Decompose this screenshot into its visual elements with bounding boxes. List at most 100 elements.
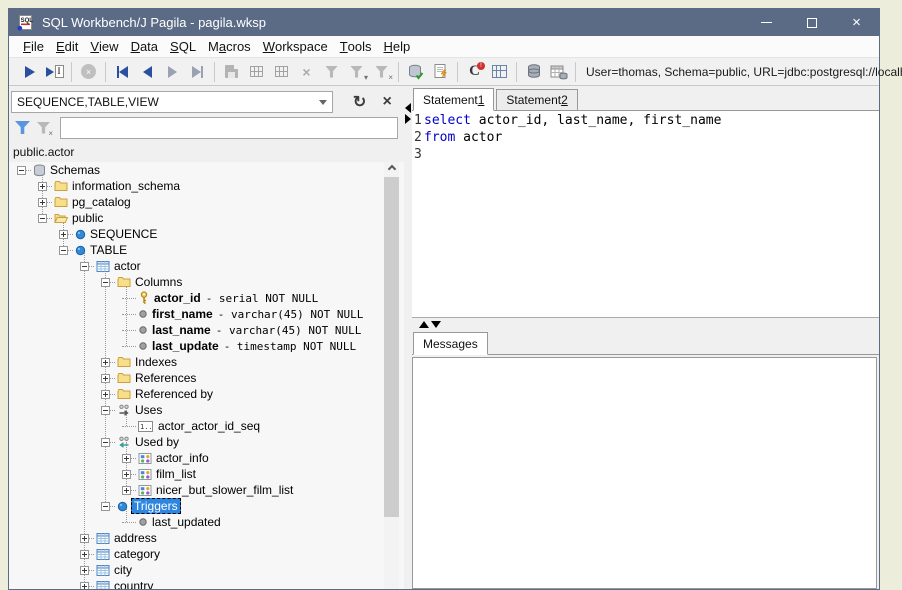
- save-button[interactable]: [219, 61, 244, 83]
- scrollbar-thumb[interactable]: [384, 177, 399, 517]
- expand-icon[interactable]: [80, 566, 89, 575]
- clear-filter-button[interactable]: ×: [33, 117, 54, 139]
- menu-edit[interactable]: Edit: [50, 36, 84, 57]
- collapse-down-icon[interactable]: [431, 321, 441, 328]
- tree-node-category[interactable]: category: [9, 546, 404, 562]
- messages-content[interactable]: [412, 357, 877, 589]
- menu-help[interactable]: Help: [378, 36, 417, 57]
- tree-node-country[interactable]: country: [9, 578, 404, 589]
- tree-node-actor-id[interactable]: actor_id- serial NOT NULL: [9, 290, 404, 306]
- reset-filter-button[interactable]: ×: [369, 61, 394, 83]
- tree-node-film-list[interactable]: film_list: [9, 466, 404, 482]
- close-button[interactable]: ×: [834, 9, 879, 36]
- tree-node-references[interactable]: References: [9, 370, 404, 386]
- collapse-left-icon[interactable]: [405, 103, 411, 113]
- expand-icon[interactable]: [59, 230, 68, 239]
- menu-workspace[interactable]: Workspace: [257, 36, 334, 57]
- menu-tools[interactable]: Tools: [334, 36, 378, 57]
- tree-node-address[interactable]: address: [9, 530, 404, 546]
- apply-filter-button[interactable]: [12, 117, 33, 139]
- expand-icon[interactable]: [122, 486, 131, 495]
- collapse-up-icon[interactable]: [419, 321, 429, 328]
- collapse-icon[interactable]: [17, 166, 26, 175]
- tree-node-columns[interactable]: Columns: [9, 274, 404, 290]
- expand-icon[interactable]: [80, 582, 89, 590]
- tree-node-last-update[interactable]: last_update- timestamp NOT NULL: [9, 338, 404, 354]
- delete-row-button[interactable]: ×: [294, 61, 319, 83]
- object-filter-input[interactable]: [60, 117, 398, 139]
- expand-icon[interactable]: [38, 198, 47, 207]
- tree-node-uses[interactable]: Uses: [9, 402, 404, 418]
- tree-node-first-name[interactable]: first_name- varchar(45) NOT NULL: [9, 306, 404, 322]
- object-type-select[interactable]: SEQUENCE,TABLE,VIEW: [11, 91, 333, 113]
- menu-macros[interactable]: Macros: [202, 36, 257, 57]
- db-explorer-button[interactable]: [521, 61, 546, 83]
- execute-current-button[interactable]: I: [42, 61, 67, 83]
- previous-row-button[interactable]: [135, 61, 160, 83]
- tree-node-city[interactable]: city: [9, 562, 404, 578]
- expand-icon[interactable]: [122, 470, 131, 479]
- tree-node-public[interactable]: public: [9, 210, 404, 226]
- expand-icon[interactable]: [122, 454, 131, 463]
- execute-button[interactable]: [17, 61, 42, 83]
- minimize-button[interactable]: [744, 9, 789, 36]
- tab-statement-1[interactable]: Statement 1: [413, 88, 494, 111]
- menu-file[interactable]: File: [17, 36, 50, 57]
- new-db-explorer-button[interactable]: [487, 61, 512, 83]
- reconnect-button[interactable]: C!: [462, 61, 487, 83]
- expand-icon[interactable]: [101, 358, 110, 367]
- collapse-icon[interactable]: [59, 246, 68, 255]
- show-table-data-button[interactable]: [546, 61, 571, 83]
- tree-node-triggers[interactable]: Triggers: [9, 498, 404, 514]
- menu-data[interactable]: Data: [125, 36, 164, 57]
- collapse-icon[interactable]: [38, 214, 47, 223]
- tree-node-last-name[interactable]: last_name- varchar(45) NOT NULL: [9, 322, 404, 338]
- tree-node-sequence[interactable]: SEQUENCE: [9, 226, 404, 242]
- stop-button[interactable]: ×: [76, 61, 101, 83]
- tree-node-actor-info[interactable]: actor_info: [9, 450, 404, 466]
- expand-icon[interactable]: [80, 550, 89, 559]
- tree-node-referenced-by[interactable]: Referenced by: [9, 386, 404, 402]
- sql-editor[interactable]: 1select actor_id, last_name, first_name …: [412, 111, 879, 318]
- vertical-splitter[interactable]: [404, 87, 412, 589]
- tree-node-actor-actor-id-seq[interactable]: 1..actor_actor_id_seq: [9, 418, 404, 434]
- expand-icon[interactable]: [101, 374, 110, 383]
- tree-node-information-schema[interactable]: information_schema: [9, 178, 404, 194]
- menu-sql[interactable]: SQL: [164, 36, 202, 57]
- rollback-button[interactable]: [428, 61, 453, 83]
- tree-node-last-updated[interactable]: last_updated: [9, 514, 404, 530]
- collapse-right-icon[interactable]: [405, 114, 411, 124]
- last-row-button[interactable]: [185, 61, 210, 83]
- tree-node-nicer-but-slower-film-list[interactable]: nicer_but_slower_film_list: [9, 482, 404, 498]
- expand-icon[interactable]: [38, 182, 47, 191]
- filter-button[interactable]: [319, 61, 344, 83]
- next-row-button[interactable]: [160, 61, 185, 83]
- collapse-icon[interactable]: [80, 262, 89, 271]
- first-row-button[interactable]: [110, 61, 135, 83]
- collapse-icon[interactable]: [101, 278, 110, 287]
- maximize-button[interactable]: [789, 9, 834, 36]
- tab-messages[interactable]: Messages: [413, 332, 488, 355]
- collapse-icon[interactable]: [101, 406, 110, 415]
- tree-node-actor[interactable]: actor: [9, 258, 404, 274]
- tree-node-pg-catalog[interactable]: pg_catalog: [9, 194, 404, 210]
- tree-node-indexes[interactable]: Indexes: [9, 354, 404, 370]
- tree-node-schemas[interactable]: Schemas: [9, 162, 404, 178]
- scroll-up-button[interactable]: [384, 162, 399, 177]
- filter-dropdown-button[interactable]: ▾: [344, 61, 369, 83]
- tree-node-used-by[interactable]: Used by: [9, 434, 404, 450]
- expand-icon[interactable]: [80, 534, 89, 543]
- commit-button[interactable]: [403, 61, 428, 83]
- expand-icon[interactable]: [101, 390, 110, 399]
- close-panel-button[interactable]: ×: [376, 91, 398, 113]
- tab-statement-2[interactable]: Statement 2: [496, 89, 577, 110]
- collapse-icon[interactable]: [101, 502, 110, 511]
- tree-scrollbar[interactable]: [384, 162, 399, 589]
- collapse-icon[interactable]: [101, 438, 110, 447]
- horizontal-splitter[interactable]: [412, 318, 879, 330]
- menu-view[interactable]: View: [84, 36, 124, 57]
- tree-node-table[interactable]: TABLE: [9, 242, 404, 258]
- copy-row-button[interactable]: [269, 61, 294, 83]
- refresh-button[interactable]: ↻: [349, 91, 371, 113]
- insert-row-button[interactable]: [244, 61, 269, 83]
